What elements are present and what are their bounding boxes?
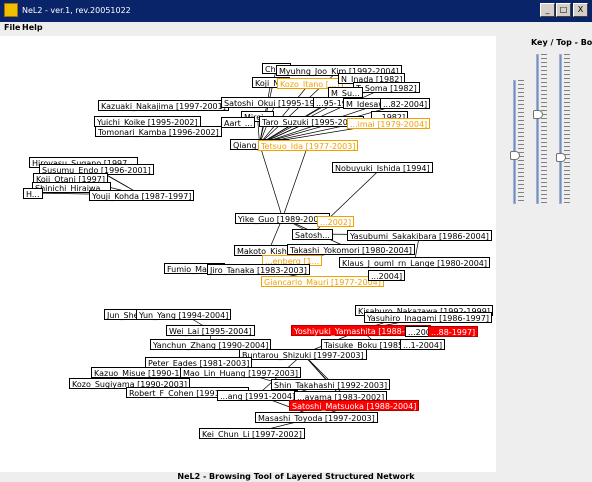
graph-canvas[interactable]: Chu...Myuhng_Joo_Kim [1992-2004]Koji_N..… <box>0 36 496 472</box>
maximize-button[interactable]: □ <box>556 3 571 17</box>
graph-node[interactable]: Masashi_Toyoda [1997-2003] <box>255 412 378 423</box>
graph-node[interactable]: Satoshi_Matsuoka [1988-2004] <box>289 400 420 411</box>
menu-file[interactable]: File <box>4 23 20 32</box>
slider-ticks <box>541 54 547 204</box>
graph-node[interactable]: Yasubumi_Sakakibara [1986-2004] <box>347 230 492 241</box>
graph-node[interactable]: Shin_Takahashi [1992-2003] <box>271 379 391 390</box>
graph-node[interactable]: Buntarou_Shizuki [1997-2003] <box>239 349 367 360</box>
slider-track <box>536 54 539 204</box>
slider-track <box>513 80 516 204</box>
graph-node[interactable]: Kazuaki_Nakajima [1997-2001] <box>98 100 229 111</box>
graph-node[interactable]: H... <box>23 188 43 199</box>
graph-node[interactable]: ...82-2004] <box>380 98 431 109</box>
graph-edge <box>259 143 283 219</box>
graph-node[interactable]: Giancarlo_Mauri [1977-2004] <box>261 276 384 287</box>
graph-node[interactable]: Nobuyuki_Ishida [1994] <box>332 162 433 173</box>
title-bar: NeL2 - ver.1, rev.20051022 _ □ X <box>0 0 592 22</box>
graph-node[interactable]: T_Soma [1982] <box>353 82 420 93</box>
graph-node[interactable]: ...imai [1979-2004] <box>347 118 431 129</box>
window-title: NeL2 - ver.1, rev.20051022 <box>22 6 131 15</box>
app-icon <box>4 3 18 17</box>
graph-node[interactable]: Youji_Kohda [1987-1997] <box>89 190 195 201</box>
panel-title: Key / Top - Bottom <box>531 38 592 47</box>
graph-node[interactable]: Satosh... <box>292 229 333 240</box>
graph-node[interactable]: ...1-2004] <box>400 339 446 350</box>
graph-node[interactable]: Jiro_Tanaka [1983-2003] <box>207 264 310 275</box>
graph-node[interactable]: ...ang [1991-2004] <box>217 390 299 401</box>
graph-node[interactable]: ...88-1997] <box>428 326 479 337</box>
graph-node[interactable]: Mao_Lin_Huang [1997-2003] <box>180 367 301 378</box>
minimize-button[interactable]: _ <box>540 3 555 17</box>
graph-node[interactable]: Yasuhiro_Inagami [1986-1997] <box>364 312 492 323</box>
slider-track <box>559 54 562 204</box>
graph-node[interactable]: ...2004] <box>368 270 406 281</box>
graph-node[interactable]: Takashi_Yokomori [1980-2004] <box>287 244 415 255</box>
graph-node[interactable]: Kei_Chun_Li [1997-2002] <box>199 428 305 439</box>
graph-edge <box>282 144 309 219</box>
slider-ticks <box>518 80 524 204</box>
graph-node[interactable]: Yike_Guo [1989-2003] <box>235 213 330 224</box>
status-bar: NeL2 - Browsing Tool of Layered Structur… <box>177 472 415 481</box>
graph-node[interactable]: ...2002] <box>317 216 355 227</box>
graph-node[interactable]: Tetsuo_Ida [1977-2003] <box>258 140 359 151</box>
graph-node[interactable]: Aart_... <box>221 117 256 128</box>
graph-node[interactable]: Tomonari_Kamba [1996-2002] <box>95 126 222 137</box>
graph-node[interactable]: Klaus_J_ouml_rn_Lange [1980-2004] <box>339 257 490 268</box>
slider-thumb[interactable] <box>556 152 566 162</box>
slider-ticks <box>564 54 570 204</box>
graph-node[interactable]: Wei_Lai [1995-2004] <box>166 325 255 336</box>
menu-bar: File Help <box>0 22 592 36</box>
control-panel: Key / Top - Bottom <box>496 36 592 472</box>
graph-node[interactable]: Yun_Yang [1994-2004] <box>136 309 232 320</box>
menu-help[interactable]: Help <box>22 23 43 32</box>
close-button[interactable]: X <box>573 3 588 17</box>
